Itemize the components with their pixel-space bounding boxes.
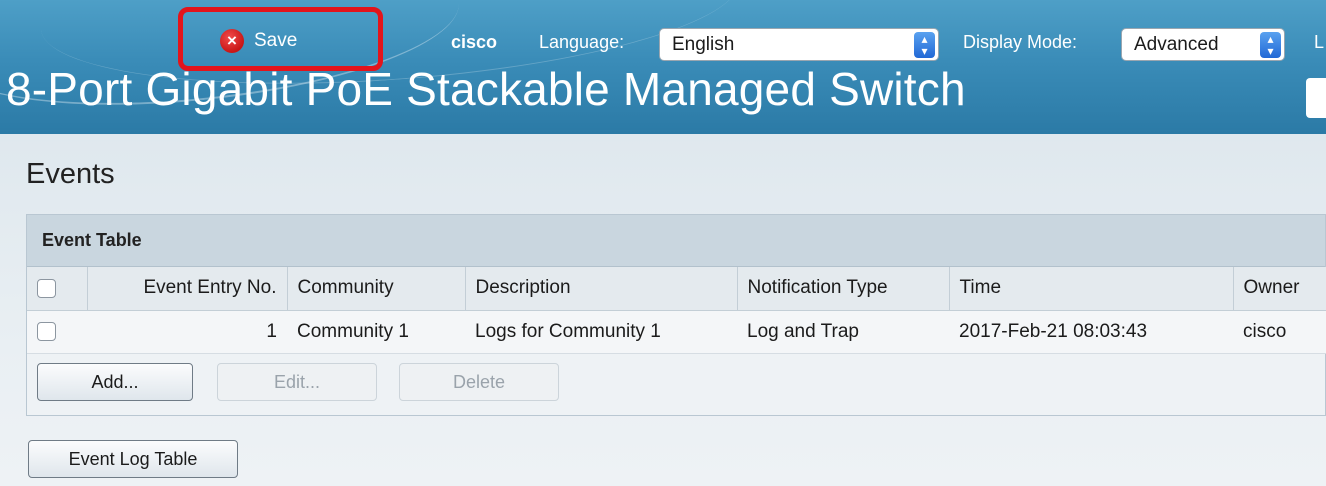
language-label: Language: — [539, 32, 625, 52]
save-alert-icon: × — [220, 29, 244, 53]
edit-button[interactable]: Edit... — [217, 363, 377, 401]
event-table-panel: Event Table Event Entry No. Community De… — [26, 214, 1326, 416]
owner-cell: cisco — [1233, 310, 1326, 354]
header-banner: × Save cisco Language: English ▴ ▾ Displa… — [0, 0, 1326, 134]
username: cisco — [451, 32, 498, 52]
event-log-table-button[interactable]: Event Log Table — [28, 440, 238, 478]
row-select-cell — [27, 310, 87, 354]
add-button[interactable]: Add... — [37, 363, 193, 401]
save-button[interactable]: × Save — [220, 26, 297, 56]
display-mode-label: Display Mode: — [963, 32, 1078, 52]
column-header[interactable]: Time — [949, 267, 1234, 311]
column-header[interactable]: Notification Type — [737, 267, 950, 311]
table-row[interactable]: 1 Community 1 Logs for Community 1 Log a… — [27, 310, 1326, 354]
select-all-cell — [27, 267, 88, 311]
language-select[interactable]: English ▴ ▾ — [659, 28, 939, 61]
product-title: 8-Port Gigabit PoE Stackable Managed Swi… — [6, 63, 966, 115]
community-cell: Community 1 — [287, 310, 465, 354]
display-mode-select[interactable]: Advanced ▴ ▾ — [1121, 28, 1285, 61]
table-header-row: Event Entry No. Community Description No… — [27, 267, 1326, 311]
notification-type-cell: Log and Trap — [737, 310, 949, 354]
save-label: Save — [254, 30, 298, 51]
time-cell: 2017-Feb-21 08:03:43 — [949, 310, 1233, 354]
description-cell: Logs for Community 1 — [465, 310, 737, 354]
select-arrows-icon: ▴ ▾ — [914, 32, 935, 58]
display-mode-value: Advanced — [1134, 33, 1219, 55]
header-cut-text: L — [1314, 32, 1325, 52]
column-header[interactable]: Community — [287, 267, 466, 311]
language-value: English — [672, 33, 735, 55]
panel-title: Event Table — [42, 230, 142, 250]
main-content: Events Event Table Event Entry No. Commu… — [0, 134, 1326, 486]
page-title: Events — [26, 158, 115, 190]
event-table: Event Entry No. Community Description No… — [27, 267, 1326, 354]
entry-no-cell: 1 — [87, 310, 287, 354]
header-search-box[interactable] — [1306, 78, 1326, 118]
column-header[interactable]: Owner — [1233, 267, 1326, 311]
select-all-checkbox[interactable] — [37, 278, 56, 298]
panel-header: Event Table — [27, 215, 1325, 267]
select-arrows-icon: ▴ ▾ — [1260, 32, 1281, 58]
column-header[interactable]: Event Entry No. — [87, 267, 288, 311]
delete-button[interactable]: Delete — [399, 363, 559, 401]
row-checkbox[interactable] — [37, 321, 56, 341]
column-header[interactable]: Description — [465, 267, 738, 311]
